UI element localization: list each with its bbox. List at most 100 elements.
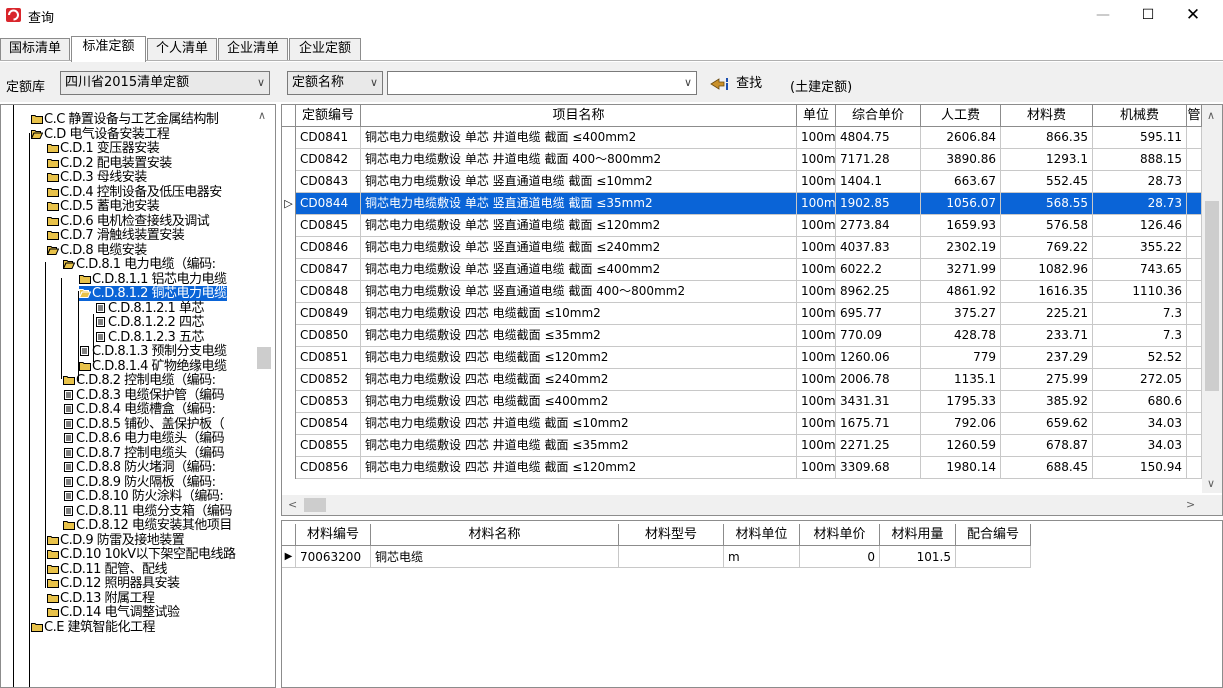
table-row[interactable]: CD0855 铜芯电力电缆敷设 四芯 井道电缆 截面 ≤35mm2 100m 2271… [282,435,1202,457]
tree-item[interactable]: C.D.8.5 铺砂、盖保护板（ [63,417,225,432]
folder-icon [47,608,59,617]
column-header[interactable]: 机械费 [1093,105,1187,127]
tree-item[interactable]: C.D.9 防雷及接地装置 [47,532,185,548]
tree-item[interactable]: C.D.3 母线安装 [47,170,147,185]
column-header[interactable]: 项目名称 [361,105,797,127]
detail-column-header[interactable]: 配合编号 [956,524,1031,546]
column-header[interactable]: 管 [1187,105,1202,127]
tree-item[interactable]: C.D.2 配电装置安装 [47,156,172,171]
column-header[interactable]: 材料费 [1001,105,1093,127]
tree-item[interactable]: C.D.8.4 电缆槽盒（编码: [63,402,216,417]
grid-horizontal-scrollbar[interactable]: < > [282,495,1222,515]
tree-item[interactable]: C.D.8.1.2.1 单芯 [95,301,204,316]
tree-item[interactable]: C.D.8.1.2.2 四芯 [95,315,204,330]
detail-column-header[interactable]: 材料单价 [800,524,880,546]
tree-scroll-thumb[interactable] [257,347,271,369]
tree-item[interactable]: C.D.8.1.2 铜芯电力电缆 [79,286,227,301]
chevron-left-icon[interactable]: < [288,498,297,511]
tab-personal-list[interactable]: 个人清单 [147,38,217,60]
table-row[interactable]: CD0856 铜芯电力电缆敷设 四芯 井道电缆 截面 ≤120mm2 100m 330… [282,457,1202,479]
detail-column-header[interactable]: 材料用量 [880,524,956,546]
tab-standard-quota[interactable]: 标准定额 [71,36,146,62]
table-row[interactable]: CD0853 铜芯电力电缆敷设 四芯 电缆截面 ≤400mm2 100m 3431.3… [282,391,1202,413]
detail-column-header[interactable]: 材料名称 [371,524,619,546]
tree-item[interactable]: C.D.8.3 电缆保护管（编码 [63,388,225,403]
table-row[interactable]: CD0852 铜芯电力电缆敷设 四芯 电缆截面 ≤240mm2 100m 2006.7… [282,369,1202,391]
chevron-right-icon[interactable]: > [1186,498,1195,511]
detail-column-header[interactable]: 材料型号 [619,524,724,546]
detail-column-header[interactable]: 材料编号 [296,524,371,546]
tree-item[interactable]: C.D.8.7 控制电缆头（编码 [63,446,225,461]
tab-enterprise-list[interactable]: 企业清单 [218,38,288,60]
chevron-up-icon[interactable]: ∧ [1207,109,1215,122]
table-row[interactable]: CD0846 铜芯电力电缆敷设 单芯 竖直通道电缆 截面 ≤240mm2 100m 4… [282,237,1202,259]
tree-item[interactable]: C.D.8.1.2.3 五芯 [95,330,204,345]
grid-scroll-thumb[interactable] [1205,201,1219,391]
tree-item-label: C.D.8.12 电缆安装其他项目 [76,518,232,533]
table-row[interactable]: ▷ CD0844 铜芯电力电缆敷设 单芯 竖直通道电缆 截面 ≤35mm2 100m 1… [282,193,1202,215]
tree-scrollbar[interactable]: ∧ [254,109,274,687]
quota-lib-select[interactable]: 四川省2015清单定额 ∨ [60,71,270,95]
column-header[interactable]: 人工费 [921,105,1001,127]
table-cell [1187,303,1202,325]
tree-item[interactable]: C.D.10 10kV以下架空配电线路 [47,547,236,562]
tree-item[interactable]: C.D 电气设备安装工程 [31,127,170,142]
table-row[interactable]: CD0849 铜芯电力电缆敷设 四芯 电缆截面 ≤10mm2 100m 695.77 3… [282,303,1202,325]
tree-item-label: C.D.9 防雷及接地装置 [60,532,185,548]
minimize-button[interactable]: — [1080,0,1126,30]
table-row[interactable]: CD0841 铜芯电力电缆敷设 单芯 井道电缆 截面 ≤400mm2 100m 480… [282,127,1202,149]
grid-hscroll-thumb[interactable] [304,498,326,512]
table-row[interactable]: CD0842 铜芯电力电缆敷设 单芯 井道电缆 截面 400～800mm2 100m… [282,149,1202,171]
table-row[interactable]: CD0843 铜芯电力电缆敷设 单芯 竖直通道电缆 截面 ≤10mm2 100m 14… [282,171,1202,193]
find-button[interactable]: 查找 [710,73,762,95]
tree-item[interactable]: C.D.8.10 防火涂料（编码: [63,489,224,504]
chevron-up-icon[interactable]: ∧ [258,109,266,122]
search-input[interactable]: ∨ [387,71,697,95]
table-row[interactable]: CD0848 铜芯电力电缆敷设 单芯 竖直通道电缆 截面 400～800mm2 10… [282,281,1202,303]
column-header[interactable]: 综合单价 [836,105,921,127]
tree-item[interactable]: C.D.8.12 电缆安装其他项目 [63,518,232,533]
table-row[interactable]: CD0854 铜芯电力电缆敷设 四芯 井道电缆 截面 ≤10mm2 100m 1675… [282,413,1202,435]
detail-column-header[interactable]: 材料单位 [724,524,800,546]
table-cell: 100m [797,303,836,325]
table-cell: 100m [797,435,836,457]
tree-item[interactable]: C.D.6 电机检查接线及调试 [47,214,210,229]
tree-item[interactable]: C.D.8.6 电力电缆头（编码 [63,431,225,446]
grid-vertical-scrollbar[interactable]: ∧ ∨ [1202,105,1222,493]
table-row[interactable]: CD0845 铜芯电力电缆敷设 单芯 竖直通道电缆 截面 ≤120mm2 100m 2… [282,215,1202,237]
table-row[interactable]: CD0847 铜芯电力电缆敷设 单芯 竖直通道电缆 截面 ≤400mm2 100m 6… [282,259,1202,281]
tree-item[interactable]: C.D.1 变压器安装 [47,141,160,156]
tree-item[interactable]: C.D.8.1.3 预制分支电缆 [79,344,227,359]
tree-item[interactable]: C.C 静置设备与工艺金属结构制 [31,112,219,127]
chevron-down-icon[interactable]: ∨ [1207,477,1215,490]
tree-item[interactable]: C.D.8.1.1 铝芯电力电缆 [79,272,227,287]
column-header[interactable]: 单位 [797,105,836,127]
tree-item[interactable]: C.D.11 配管、配线 [47,562,168,577]
search-field-select[interactable]: 定额名称 ∨ [287,71,383,95]
tree-item[interactable]: C.D.8.11 电缆分支箱（编码 [63,504,232,519]
table-cell: 3431.31 [836,391,921,413]
tree-item[interactable]: C.D.14 电气调整试验 [47,605,180,620]
tree-item[interactable]: C.D.12 照明器具安装 [47,576,180,591]
tree-item[interactable]: C.D.8.1 电力电缆（编码: [63,257,216,272]
close-button[interactable]: ✕ [1170,0,1216,30]
tree-item[interactable]: C.D.8.9 防火隔板（编码: [63,475,216,490]
table-cell: 663.67 [921,171,1001,193]
row-indicator [282,413,296,435]
document-icon [64,447,73,458]
tree-item[interactable]: C.D.4 控制设备及低压电器安 [47,185,222,200]
tab-enterprise-quota[interactable]: 企业定额 [289,38,361,60]
tree-item[interactable]: C.E 建筑智能化工程 [31,620,156,635]
tree-item[interactable]: C.D.7 滑触线装置安装 [47,228,185,243]
column-header[interactable]: 定额编号 [296,105,361,127]
table-row[interactable]: CD0851 铜芯电力电缆敷设 四芯 电缆截面 ≤120mm2 100m 1260.0… [282,347,1202,369]
tree-item[interactable]: C.D.13 附属工程 [47,591,155,606]
tree-item[interactable]: C.D.5 蓄电池安装 [47,199,160,214]
tree-item[interactable]: C.D.8.1.4 矿物绝缘电缆 [79,359,227,374]
table-row[interactable]: CD0850 铜芯电力电缆敷设 四芯 电缆截面 ≤35mm2 100m 770.09 4… [282,325,1202,347]
maximize-button[interactable]: ☐ [1125,0,1171,30]
tree-item[interactable]: C.D.8 电缆安装 [47,243,147,258]
tree-item[interactable]: C.D.8.2 控制电缆（编码: [63,373,216,388]
tree-item[interactable]: C.D.8.8 防火堵洞（编码: [63,460,216,475]
tab-national-list[interactable]: 国标清单 [0,38,70,60]
